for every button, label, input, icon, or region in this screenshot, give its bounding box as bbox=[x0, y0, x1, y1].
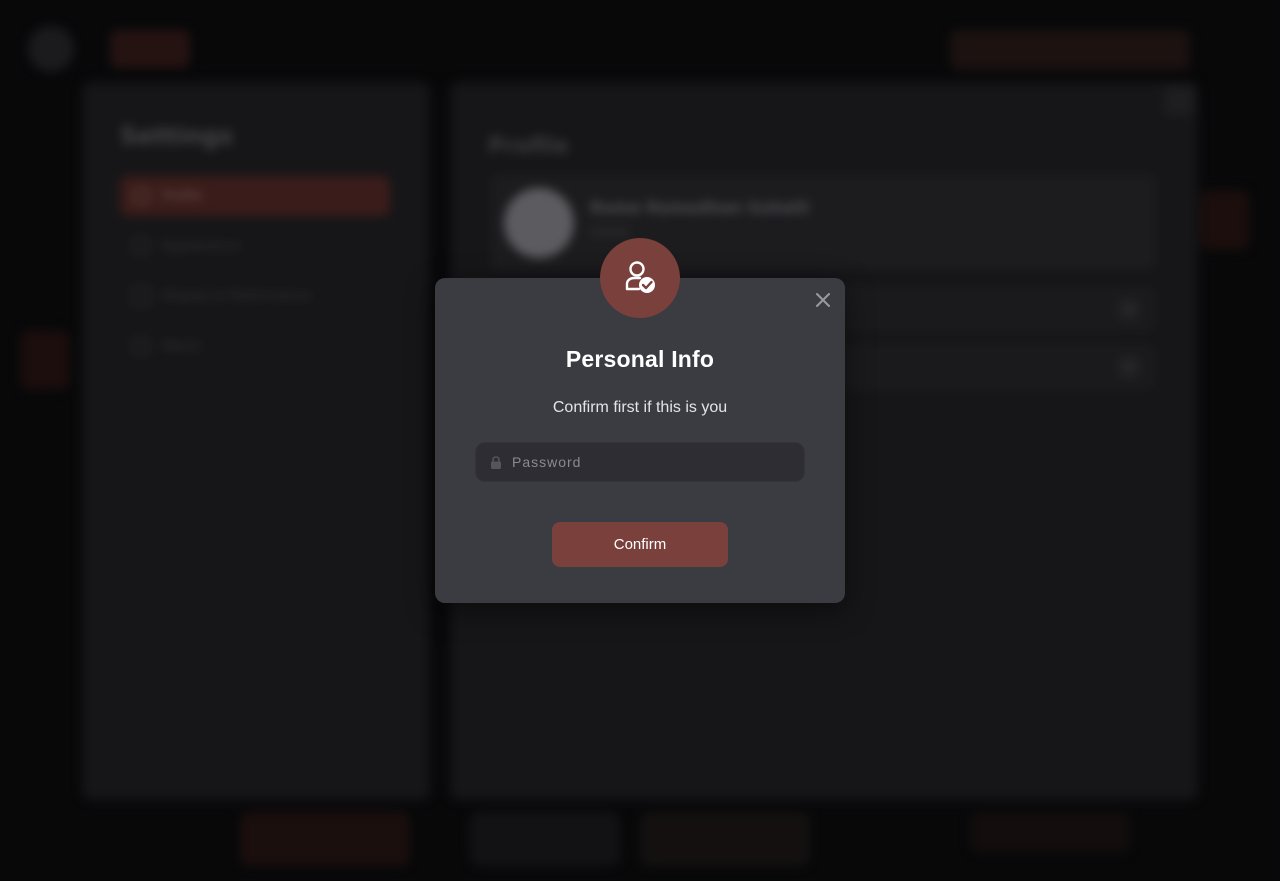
modal-subtitle: Confirm first if this is you bbox=[552, 399, 728, 416]
user-check-icon-glyph bbox=[625, 261, 655, 293]
modal-title: Personal Info bbox=[565, 346, 715, 372]
lock-icon bbox=[489, 455, 503, 469]
personal-info-modal: Personal Info Confirm first if this is y… bbox=[435, 238, 845, 603]
password-field[interactable] bbox=[475, 442, 805, 482]
password-input[interactable] bbox=[512, 443, 804, 481]
user-check-icon bbox=[600, 238, 680, 318]
close-button[interactable] bbox=[813, 290, 833, 310]
close-icon bbox=[816, 293, 830, 307]
confirm-button[interactable]: Confirm bbox=[552, 522, 728, 567]
app-stage: Settings Profile Appearance Display & Pe… bbox=[0, 0, 1280, 881]
